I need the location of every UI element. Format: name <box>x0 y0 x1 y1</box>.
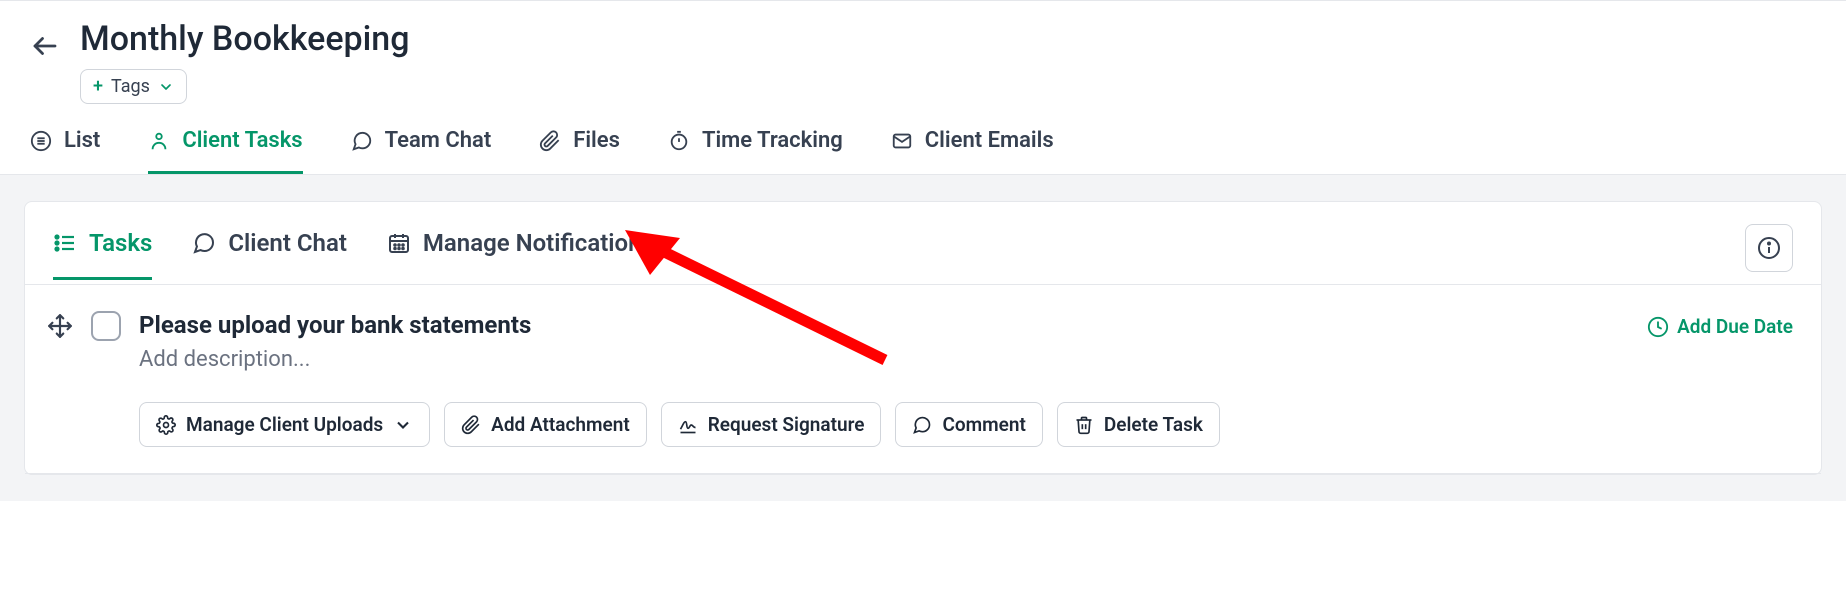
content-wrap: Tasks Client Chat Manage Notifications <box>0 175 1846 501</box>
delete-task-button[interactable]: Delete Task <box>1057 402 1220 447</box>
stopwatch-icon <box>668 130 690 152</box>
drag-handle[interactable] <box>47 313 73 343</box>
tab-list-label: List <box>64 128 100 153</box>
chevron-down-icon <box>393 415 413 435</box>
task-action-row: Manage Client Uploads Add Attachment Req… <box>139 402 1629 447</box>
page-title: Monthly Bookkeeping <box>80 19 410 59</box>
request-signature-button[interactable]: Request Signature <box>661 402 882 447</box>
add-due-date-label: Add Due Date <box>1677 315 1793 338</box>
gear-icon <box>156 415 176 435</box>
chat-bubble-icon <box>192 231 216 255</box>
tab-team-chat[interactable]: Team Chat <box>351 128 492 174</box>
tab-list[interactable]: List <box>30 128 100 174</box>
move-icon <box>47 313 73 339</box>
request-signature-label: Request Signature <box>708 413 865 436</box>
comment-icon <box>912 415 932 435</box>
trash-icon <box>1074 415 1094 435</box>
subtab-client-chat-label: Client Chat <box>228 229 347 257</box>
tab-files-label: Files <box>573 128 620 153</box>
subtab-client-chat[interactable]: Client Chat <box>192 229 347 280</box>
add-attachment-button[interactable]: Add Attachment <box>444 402 647 447</box>
tab-time-tracking-label: Time Tracking <box>702 128 843 153</box>
tags-label: Tags <box>111 76 150 97</box>
delete-task-label: Delete Task <box>1104 413 1203 436</box>
tab-client-tasks[interactable]: Client Tasks <box>148 128 302 174</box>
tasks-list-icon <box>53 231 77 255</box>
tab-team-chat-label: Team Chat <box>385 128 492 153</box>
subtab-tasks[interactable]: Tasks <box>53 229 152 280</box>
paperclip-icon <box>539 130 561 152</box>
tab-files[interactable]: Files <box>539 128 620 174</box>
calendar-icon <box>387 231 411 255</box>
tab-client-emails-label: Client Emails <box>925 128 1054 153</box>
main-tabs: List Client Tasks Team Chat Files Time T… <box>0 104 1846 175</box>
paperclip-icon <box>461 415 481 435</box>
add-attachment-label: Add Attachment <box>491 413 630 436</box>
task-body: Please upload your bank statements Add d… <box>139 311 1629 447</box>
manage-client-uploads-label: Manage Client Uploads <box>186 413 383 436</box>
tab-time-tracking[interactable]: Time Tracking <box>668 128 843 174</box>
plus-icon: + <box>93 76 103 97</box>
subtab-tasks-label: Tasks <box>89 229 152 257</box>
header-row: Monthly Bookkeeping + Tags <box>0 1 1846 104</box>
clock-icon <box>1647 316 1669 338</box>
info-button[interactable] <box>1745 224 1793 272</box>
chat-icon <box>351 130 373 152</box>
chevron-down-icon <box>158 79 174 95</box>
sub-tabs: Tasks Client Chat Manage Notifications <box>25 202 1821 285</box>
info-icon <box>1757 236 1781 260</box>
task-description-placeholder[interactable]: Add description... <box>139 347 1629 372</box>
subtab-manage-notifications[interactable]: Manage Notifications <box>387 229 654 280</box>
subtab-manage-notifications-label: Manage Notifications <box>423 229 654 257</box>
arrow-left-icon <box>30 31 60 61</box>
tags-button[interactable]: + Tags <box>80 69 187 104</box>
list-icon <box>30 130 52 152</box>
person-icon <box>148 130 170 152</box>
comment-label: Comment <box>942 413 1025 436</box>
task-checkbox[interactable] <box>91 311 121 341</box>
signature-icon <box>678 415 698 435</box>
comment-button[interactable]: Comment <box>895 402 1042 447</box>
panel: Tasks Client Chat Manage Notifications <box>24 201 1822 475</box>
task-title: Please upload your bank statements <box>139 311 1629 339</box>
manage-client-uploads-button[interactable]: Manage Client Uploads <box>139 402 430 447</box>
tab-client-emails[interactable]: Client Emails <box>891 128 1054 174</box>
back-button[interactable] <box>30 31 60 65</box>
add-due-date-button[interactable]: Add Due Date <box>1647 315 1793 338</box>
envelope-icon <box>891 130 913 152</box>
task-row: Please upload your bank statements Add d… <box>25 285 1821 474</box>
tab-client-tasks-label: Client Tasks <box>182 128 302 153</box>
